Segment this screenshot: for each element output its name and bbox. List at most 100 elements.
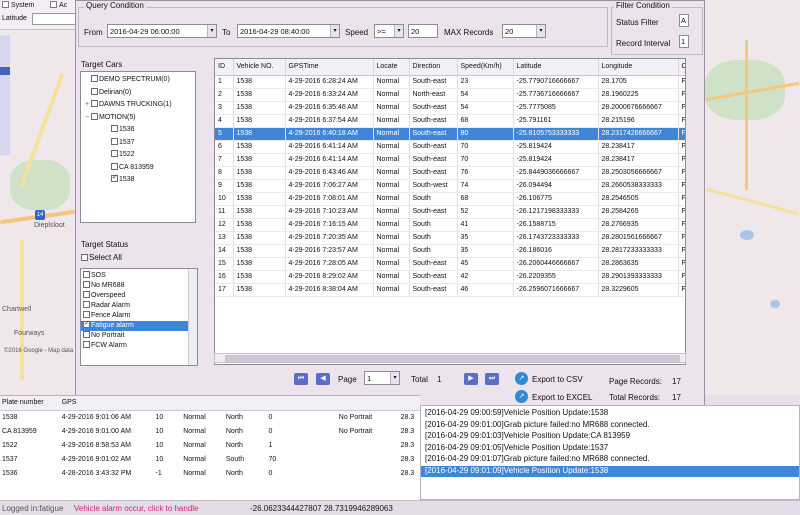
table-row[interactable]: CA 813959 4-29-2016 9:01:00 AM 10 Normal Nor… — [0, 424, 420, 438]
log-line[interactable]: [2016-04-29 09:01:05]Vehicle Position Up… — [421, 443, 799, 455]
column-header[interactable] — [181, 396, 224, 411]
export-csv-icon[interactable]: ↗ — [515, 372, 528, 385]
chevron-down-icon[interactable]: ▾ — [536, 25, 545, 37]
checkbox-icon[interactable] — [83, 331, 90, 338]
table-row[interactable]: 9 1538 4-29-2016 7:06:27 AM Normal South-wes… — [215, 179, 685, 193]
from-datetime-picker[interactable]: 2016-04-29 06:00:00 ▾ — [107, 24, 217, 38]
table-row[interactable]: 1537 4-29-2016 9:01:02 AM 10 Normal South 70 2… — [0, 452, 420, 466]
checkbox-icon[interactable] — [91, 100, 98, 107]
checkbox-icon[interactable] — [83, 341, 90, 348]
grid-column-header[interactable]: Speed(Km/h) — [457, 59, 514, 76]
checkbox-icon[interactable] — [81, 254, 88, 261]
status-list-scrollbar[interactable] — [188, 269, 197, 365]
log-line[interactable]: [2016-04-29 09:01:07]Grab picture failed… — [421, 454, 799, 466]
status-filter-select[interactable]: A — [679, 14, 689, 27]
chevron-down-icon[interactable]: ▾ — [390, 372, 399, 384]
tree-node[interactable]: DEMO SPECTRUM(0) — [85, 75, 170, 83]
table-row[interactable]: 12 1538 4-29-2016 7:16:15 AM Normal South 41-… — [215, 218, 685, 232]
export-csv-button[interactable]: Export to CSV — [532, 375, 583, 384]
max-records-select[interactable]: 20 ▾ — [502, 24, 546, 38]
table-row[interactable]: 11 1538 4-29-2016 7:10:23 AM Normal South-ea… — [215, 205, 685, 219]
log-line[interactable]: [2016-04-29 09:01:09]Vehicle Position Up… — [421, 465, 799, 477]
column-header[interactable] — [223, 396, 267, 411]
chevron-down-icon[interactable]: ▾ — [394, 25, 403, 37]
grid-column-header[interactable]: ID — [215, 59, 234, 76]
zoom-slider-handle[interactable] — [0, 67, 10, 75]
calendar-dropdown-icon[interactable]: ▾ — [330, 25, 339, 37]
table-row[interactable]: 1 1538 4-29-2016 6:28:24 AM Normal South-eas… — [215, 75, 685, 89]
table-row[interactable]: 1522 4-29-2016 8:58:53 AM 10 Normal North 1 28… — [0, 438, 420, 452]
page-select[interactable]: 1 ▾ — [364, 371, 400, 385]
tree-node[interactable]: 1536 — [105, 125, 135, 133]
grid-column-header[interactable]: Co — [678, 59, 685, 76]
log-line[interactable]: [2016-04-29 09:00:59]Vehicle Position Up… — [421, 408, 799, 420]
latitude-input[interactable] — [32, 13, 78, 25]
tree-node[interactable]: 1537 — [105, 137, 135, 146]
table-row[interactable]: 4 1538 4-29-2016 6:37:54 AM Normal South-eas… — [215, 114, 685, 128]
tree-node[interactable]: − MOTION(5) — [85, 112, 136, 121]
column-header[interactable] — [398, 396, 420, 411]
table-row[interactable]: 3 1538 4-29-2016 6:35:46 AM Normal South-eas… — [215, 101, 685, 115]
tree-node[interactable]: Delirian(0) — [85, 87, 131, 96]
status-list-item[interactable]: Overspeed — [81, 291, 197, 301]
checkbox-icon[interactable] — [83, 301, 90, 308]
checkbox-icon[interactable] — [111, 137, 118, 145]
checkbox-icon[interactable] — [91, 112, 98, 120]
checkbox-icon[interactable] — [83, 271, 90, 278]
table-row[interactable]: 1538 4-29-2016 9:01:06 AM 10 Normal North 0 No… — [0, 410, 420, 424]
tree-node[interactable]: 1522 — [105, 150, 135, 158]
column-header[interactable] — [328, 396, 337, 411]
table-row[interactable]: 7 1538 4-29-2016 6:41:14 AM Normal South-eas… — [215, 153, 685, 167]
status-list-item[interactable]: SOS — [81, 271, 197, 281]
grid-column-header[interactable]: Locate — [373, 59, 410, 76]
export-excel-icon[interactable]: ↗ — [515, 390, 528, 403]
grid-column-header[interactable]: Latitude — [513, 59, 599, 76]
checkbox-icon[interactable] — [83, 319, 90, 328]
column-header[interactable] — [336, 396, 399, 411]
tree-node[interactable]: + DAWNS TRUCKING(1) — [85, 100, 172, 108]
next-page-button[interactable]: ▶ — [464, 373, 478, 385]
vehicle-alarm-link[interactable]: Vehicle alarm occur, click to handle — [74, 504, 199, 513]
table-row[interactable]: 6 1538 4-29-2016 6:41:14 AM Normal South-eas… — [215, 140, 685, 154]
checkbox-icon[interactable] — [91, 75, 98, 82]
grid-column-header[interactable]: Vehicle NO. — [233, 59, 286, 76]
column-header[interactable] — [153, 396, 182, 411]
checkbox-icon[interactable] — [91, 87, 98, 95]
select-all-checkbox[interactable]: Select All — [81, 253, 122, 262]
table-row[interactable]: 2 1538 4-29-2016 6:33:24 AM Normal North-eas… — [215, 88, 685, 102]
grid-column-header[interactable]: Direction — [409, 59, 458, 76]
speed-operator-select[interactable]: >= ▾ — [374, 24, 404, 38]
checkbox-icon[interactable] — [83, 281, 90, 288]
status-list-item[interactable]: No Portrait — [81, 331, 197, 341]
calendar-dropdown-icon[interactable]: ▾ — [207, 25, 216, 37]
status-list-item[interactable]: Radar Alarm — [81, 301, 197, 311]
last-page-button[interactable]: ⏭ — [485, 373, 499, 385]
status-list-item[interactable]: No MR688 — [81, 281, 197, 291]
map-zoom-slider[interactable] — [0, 35, 10, 155]
grid-column-header[interactable]: Longitude — [598, 59, 679, 76]
column-header[interactable]: Plate number — [0, 396, 60, 411]
to-datetime-picker[interactable]: 2016-04-29 08:40:00 ▾ — [237, 24, 340, 38]
tree-node[interactable]: 1538 — [105, 173, 135, 183]
menu-ac[interactable]: Ac — [50, 1, 67, 9]
column-header[interactable] — [266, 396, 329, 411]
speed-input[interactable]: 20 — [408, 24, 438, 38]
table-row[interactable]: 5 1538 4-29-2016 6:40:18 AM Normal South-eas… — [215, 127, 685, 141]
export-excel-button[interactable]: Export to EXCEL — [532, 393, 592, 402]
track-records-grid[interactable]: ID Vehicle NO. GPSTime Locate Direction Speed… — [214, 58, 686, 365]
target-status-list[interactable]: SOS No MR688 Overspeed Radar Alarm Fence Ala… — [80, 268, 198, 366]
checkbox-icon[interactable] — [111, 162, 118, 170]
table-row[interactable]: 15 1538 4-29-2016 7:28:05 AM Normal South-ea… — [215, 257, 685, 271]
table-row[interactable]: 13 1538 4-29-2016 7:20:35 AM Normal South 35-… — [215, 231, 685, 245]
checkbox-icon[interactable] — [83, 291, 90, 298]
table-row[interactable]: 16 1538 4-29-2016 8:29:02 AM Normal South-ea… — [215, 270, 685, 284]
first-page-button[interactable]: ⏮ — [294, 373, 308, 385]
column-header[interactable]: GPS — [59, 396, 154, 411]
event-log-list[interactable]: [2016-04-29 09:00:59]Vehicle Position Up… — [420, 405, 800, 500]
tree-node[interactable]: CA 813959 — [105, 162, 154, 171]
grid-column-header[interactable]: GPSTime — [285, 59, 374, 76]
record-interval-input[interactable]: 1 — [679, 35, 689, 48]
checkbox-icon[interactable] — [111, 150, 118, 157]
checkbox-icon[interactable] — [111, 125, 118, 132]
checkbox-icon[interactable] — [111, 173, 118, 182]
